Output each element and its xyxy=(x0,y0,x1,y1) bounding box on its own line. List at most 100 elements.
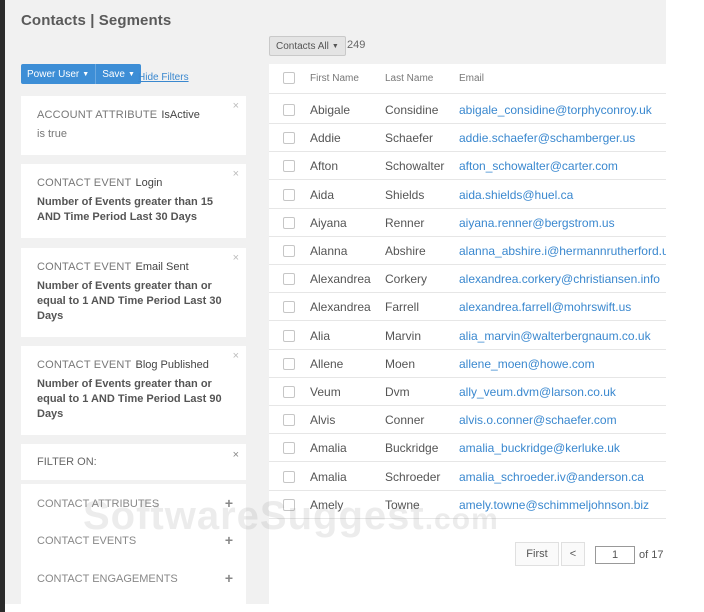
last-name-cell: Buckridge xyxy=(385,441,439,456)
table-row[interactable]: Abigale Considine abigale_considine@torphy… xyxy=(269,96,666,124)
last-name-cell: Moen xyxy=(385,356,416,371)
chevron-down-icon: ▼ xyxy=(331,42,339,50)
filter-on-label: CONTACT EVENTS xyxy=(37,535,137,547)
filter-card-body: Number of Events greater than 15 AND Tim… xyxy=(37,195,230,225)
row-checkbox[interactable] xyxy=(283,301,295,314)
filter-description-line: AND Time Period Last 30 Days xyxy=(37,211,197,223)
table-row[interactable]: Aiyana Renner aiyana.renner@bergstrom.us xyxy=(269,209,666,237)
filter-value: IsActive xyxy=(161,109,200,121)
filter-description-line: equal to 1 AND Time Period Last 90 xyxy=(37,393,222,405)
select-all-checkbox[interactable] xyxy=(283,72,295,84)
table-row[interactable]: Alanna Abshire alanna_abshire.i@hermannrut… xyxy=(269,237,666,265)
chevron-down-icon: ▼ xyxy=(82,70,90,78)
email-link[interactable]: amalia_buckridge@kerluke.uk xyxy=(459,441,620,455)
table-row[interactable]: Alvis Conner alvis.o.conner@schaefer.com xyxy=(269,406,666,435)
close-icon[interactable]: × xyxy=(233,252,239,264)
row-checkbox[interactable] xyxy=(283,160,295,173)
email-link[interactable]: abigale_considine@torphyconroy.uk xyxy=(459,103,652,117)
email-link[interactable]: ally_veum.dvm@larson.co.uk xyxy=(459,385,616,399)
row-checkbox[interactable] xyxy=(283,414,295,427)
filter-on-contact-engagements[interactable]: CONTACT ENGAGEMENTS + xyxy=(37,571,233,585)
table-row[interactable]: Aida Shields aida.shields@huel.ca xyxy=(269,181,666,209)
email-link[interactable]: allene_moen@howe.com xyxy=(459,357,595,371)
table-row[interactable]: Veum Dvm ally_veum.dvm@larson.co.uk xyxy=(269,378,666,406)
last-name-cell: Corkery xyxy=(385,272,428,287)
save-button[interactable]: Save ▼ xyxy=(95,64,141,84)
filter-description: is true xyxy=(37,128,67,140)
page-number-input[interactable]: 1 xyxy=(595,546,635,564)
plus-icon[interactable]: + xyxy=(225,496,233,510)
email-link[interactable]: aida.shields@huel.ca xyxy=(459,188,573,202)
row-checkbox[interactable] xyxy=(283,216,295,229)
row-checkbox[interactable] xyxy=(283,245,295,257)
filter-on-contact-events[interactable]: CONTACT EVENTS + xyxy=(37,533,233,547)
filter-on-contact-attributes[interactable]: CONTACT ATTRIBUTES + xyxy=(37,496,233,510)
email-link[interactable]: addie.schaefer@schamberger.us xyxy=(459,131,635,145)
email-link[interactable]: alexandrea.farrell@mohrswift.us xyxy=(459,300,631,314)
close-icon[interactable]: × xyxy=(233,350,239,362)
filter-kind: CONTACT EVENT xyxy=(37,177,132,189)
email-link[interactable]: alanna_abshire.i@hermannrutherford.uk xyxy=(459,244,666,258)
row-checkbox[interactable] xyxy=(283,329,295,342)
email-link[interactable]: alia_marvin@walterbergnaum.co.uk xyxy=(459,329,651,343)
first-name-cell: Afton xyxy=(310,159,339,174)
row-checkbox[interactable] xyxy=(283,273,295,286)
filter-card-header: ACCOUNT ATTRIBUTE IsActive xyxy=(37,108,230,122)
last-name-cell: Considine xyxy=(385,103,439,117)
table-row[interactable]: Allene Moen allene_moen@howe.com xyxy=(269,350,666,378)
contacts-table: First Name Last Name Email Abigale Consid… xyxy=(269,64,666,604)
prev-page-button[interactable]: < xyxy=(561,542,585,566)
close-icon[interactable]: × xyxy=(233,100,239,112)
first-name-cell: Abigale xyxy=(310,103,351,117)
first-name-cell: Addie xyxy=(310,131,341,146)
row-checkbox[interactable] xyxy=(283,470,295,483)
email-link[interactable]: amely.towne@schimmeljohnson.biz xyxy=(459,498,649,512)
last-name-cell: Towne xyxy=(385,497,420,512)
save-label: Save xyxy=(102,68,125,80)
row-checkbox[interactable] xyxy=(283,498,295,511)
first-page-button[interactable]: First xyxy=(515,542,559,566)
hide-filters-link[interactable]: Hide Filters xyxy=(138,72,189,83)
contact-count: 249 xyxy=(347,39,366,51)
divider xyxy=(21,480,246,484)
last-name-cell: Renner xyxy=(385,215,425,230)
table-row[interactable]: Afton Schowalter afton_schowalter@carter.c… xyxy=(269,152,666,181)
table-row[interactable]: Amely Towne amely.towne@schimmeljohnson.bi… xyxy=(269,491,666,519)
row-checkbox[interactable] xyxy=(283,442,295,455)
table-row[interactable]: Addie Schaefer addie.schaefer@schamberger.… xyxy=(269,124,666,153)
email-link[interactable]: amalia_schroeder.iv@anderson.ca xyxy=(459,470,644,484)
plus-icon[interactable]: + xyxy=(225,571,233,585)
table-row[interactable]: Amalia Schroeder amalia_schroeder.iv@ander… xyxy=(269,463,666,491)
first-name-cell: Alexandrea xyxy=(310,272,371,287)
power-user-button[interactable]: Power User ▼ xyxy=(21,64,95,84)
first-name-cell: Amalia xyxy=(310,469,347,484)
column-header-first-name[interactable]: First Name xyxy=(310,73,359,84)
email-link[interactable]: aiyana.renner@bergstrom.us xyxy=(459,216,615,230)
row-checkbox[interactable] xyxy=(283,357,295,370)
last-name-cell: Shields xyxy=(385,187,425,202)
table-row[interactable]: Amalia Buckridge amalia_buckridge@kerluke.… xyxy=(269,434,666,463)
plus-icon[interactable]: + xyxy=(225,533,233,547)
column-header-email[interactable]: Email xyxy=(459,73,484,84)
row-checkbox[interactable] xyxy=(283,386,295,398)
last-name-cell: Dvm xyxy=(385,385,410,399)
last-name-cell: Conner xyxy=(385,413,425,428)
table-row[interactable]: Alexandrea Farrell alexandrea.farrell@mohr… xyxy=(269,293,666,322)
filter-card-header: CONTACT EVENT Blog Published xyxy=(37,358,230,372)
email-link[interactable]: afton_schowalter@carter.com xyxy=(459,159,618,173)
row-checkbox[interactable] xyxy=(283,104,295,116)
close-icon[interactable]: × xyxy=(233,168,239,180)
row-checkbox[interactable] xyxy=(283,188,295,201)
last-name-cell: Farrell xyxy=(385,300,420,315)
email-link[interactable]: alexandrea.corkery@christiansen.info xyxy=(459,272,660,286)
row-checkbox[interactable] xyxy=(283,132,295,145)
contacts-dropdown[interactable]: Contacts All ▼ xyxy=(269,36,346,56)
column-header-last-name[interactable]: Last Name xyxy=(385,73,433,84)
first-name-cell: Allene xyxy=(310,356,344,371)
table-row[interactable]: Alexandrea Corkery alexandrea.corkery@chri… xyxy=(269,265,666,294)
first-name-cell: Amely xyxy=(310,497,344,512)
close-icon[interactable]: × xyxy=(233,449,239,461)
email-link[interactable]: alvis.o.conner@schaefer.com xyxy=(459,413,617,427)
table-row[interactable]: Alia Marvin alia_marvin@walterbergnaum.co.… xyxy=(269,322,666,350)
filter-description-line: Number of Events greater than or xyxy=(37,280,212,292)
